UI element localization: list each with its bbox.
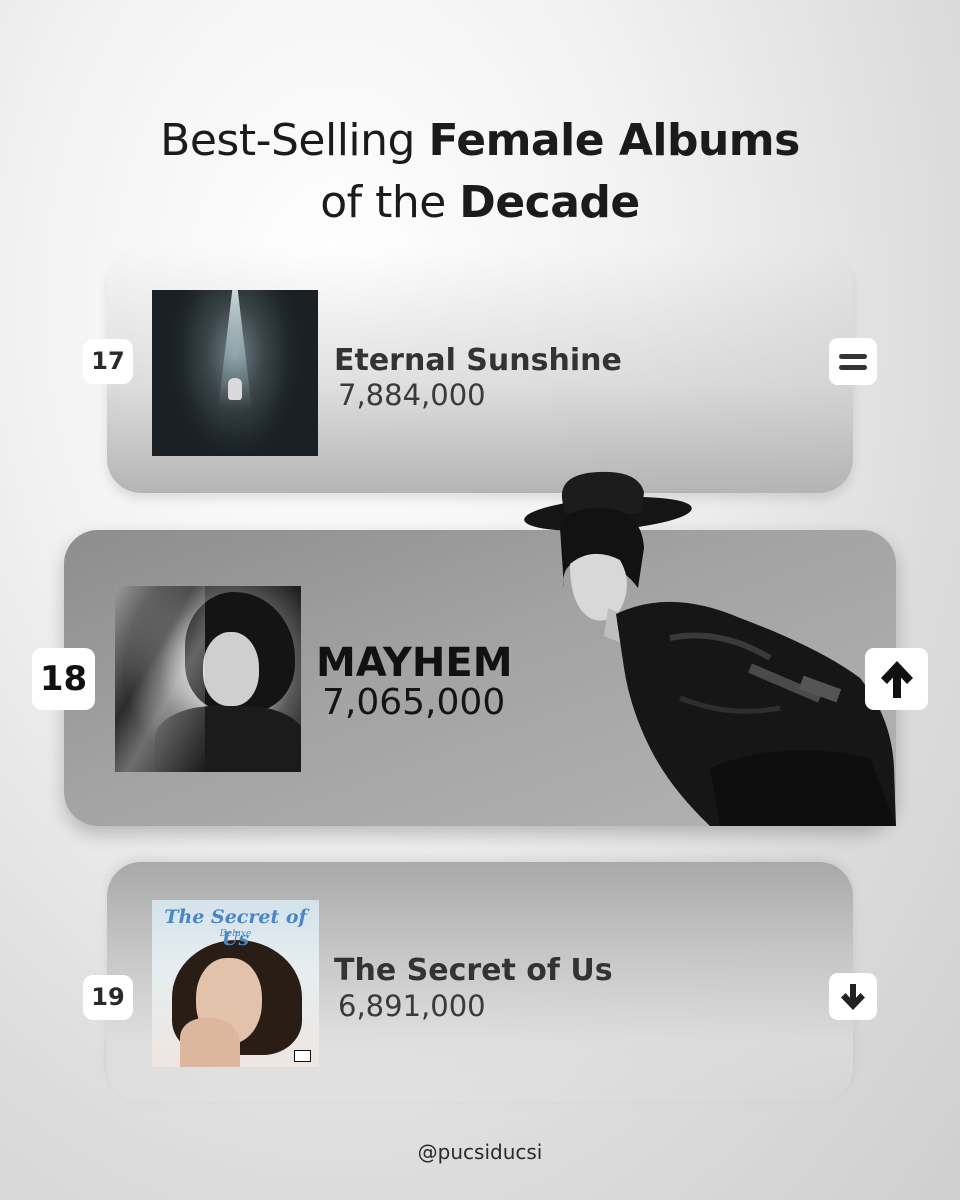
cover-face: [203, 632, 259, 706]
arrow-up-icon: [880, 661, 913, 698]
parental-advisory-label: [294, 1050, 311, 1062]
album-title-17: Eternal Sunshine: [334, 343, 622, 378]
cover-subtitle-text: Deluxe: [219, 929, 252, 939]
artist-cutout-image: [524, 471, 896, 826]
title-line-1: Best-Selling Female Albums: [0, 110, 960, 172]
rank-badge-19: 19: [83, 975, 133, 1020]
title-bold-text-1: Female Albums: [428, 115, 800, 166]
author-handle: @pucsiducsi: [417, 1140, 543, 1164]
trend-badge-18: [865, 648, 928, 710]
cover-broken-glass: [115, 586, 205, 772]
rank-badge-18: 18: [32, 648, 95, 710]
title-light-text-1: Best-Selling: [160, 115, 429, 166]
album-sales-19: 6,891,000: [338, 989, 486, 1023]
title-line-2: of the Decade: [0, 172, 960, 234]
rank-badge-17: 17: [83, 339, 133, 384]
cover-hand: [180, 1018, 240, 1067]
trend-badge-17: [829, 338, 877, 385]
cover-figure: [228, 378, 242, 400]
page-title: Best-Selling Female Albums of the Decade: [0, 110, 960, 234]
arrow-down-icon: [841, 983, 865, 1010]
album-title-18: MAYHEM: [316, 640, 513, 686]
title-bold-text-2: Decade: [459, 177, 640, 228]
album-cover-eternal-sunshine: [152, 290, 318, 456]
album-cover-mayhem: [115, 586, 301, 772]
album-sales-18: 7,065,000: [322, 682, 506, 723]
equals-icon: [839, 353, 867, 370]
album-sales-17: 7,884,000: [338, 378, 486, 412]
album-cover-the-secret-of-us: The Secret of Us Deluxe: [152, 900, 319, 1067]
cover-title-text: The Secret of Us: [164, 906, 307, 950]
album-title-19: The Secret of Us: [334, 953, 613, 988]
title-light-text-2: of the: [320, 177, 460, 228]
trend-badge-19: [829, 973, 877, 1020]
